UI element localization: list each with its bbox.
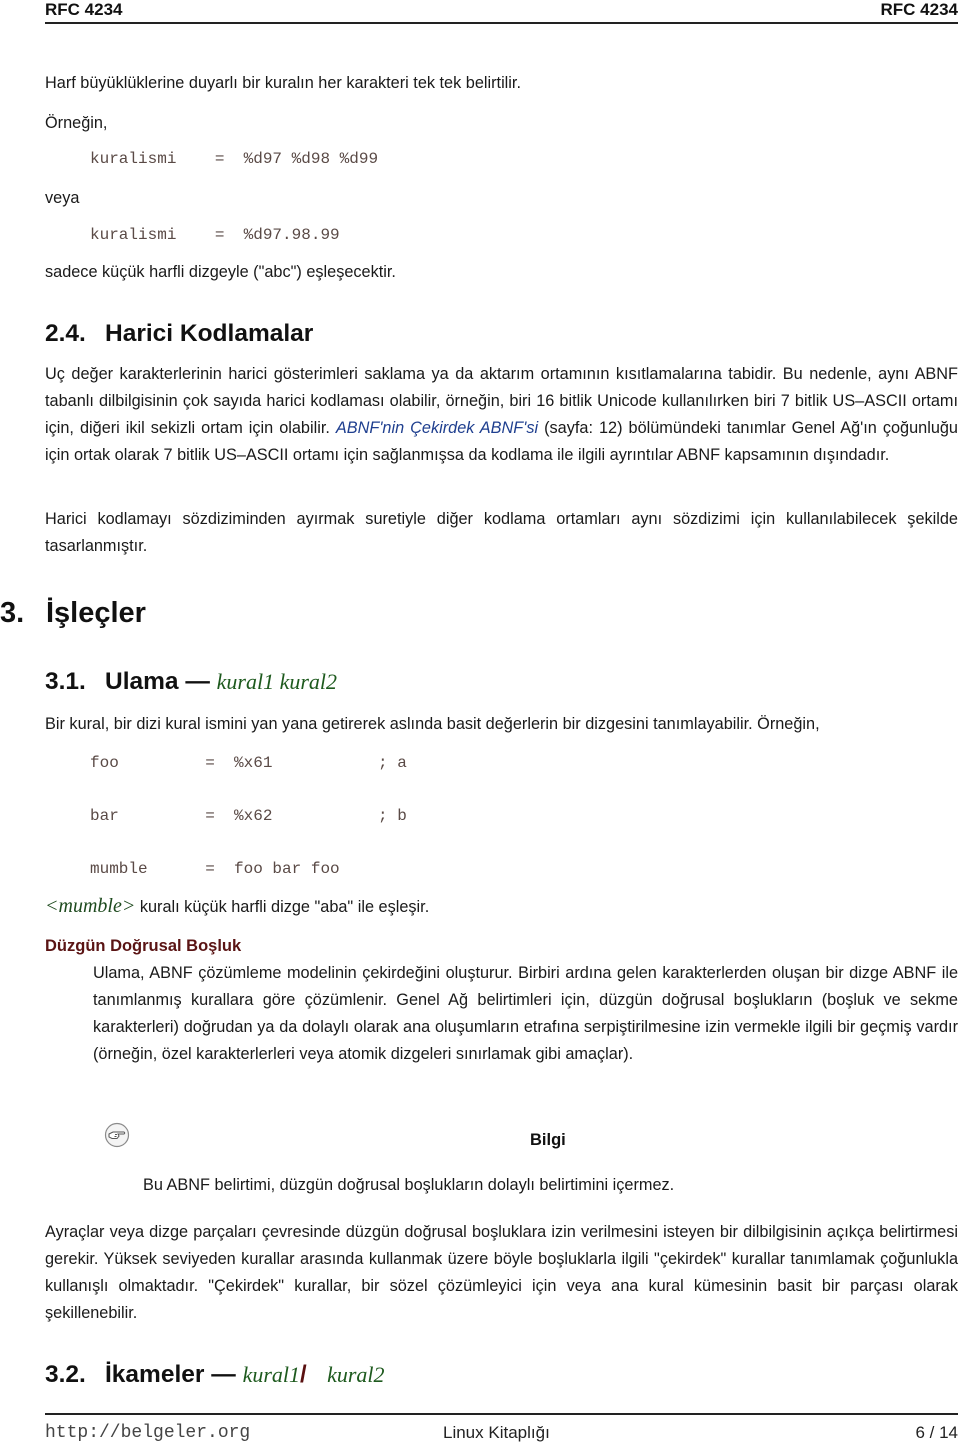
section-3-2-heading: 3.2. İkameler — kural1/ kural2 bbox=[45, 1361, 385, 1389]
section-2-4-paragraph-2: Harici kodlamayı sözdiziminden ayırmak s… bbox=[45, 510, 958, 555]
footer-page-number: 6 / 14 bbox=[915, 1423, 958, 1442]
code-line-bar: bar = %x62 ; b bbox=[90, 807, 407, 825]
section-number: 3. bbox=[0, 597, 25, 629]
code-example-1: kuralismi = %d97 %d98 %d99 bbox=[90, 150, 379, 168]
section-3-heading: 3. İşleçler bbox=[0, 597, 146, 630]
section-2-4-paragraph-1: Uç değer karakterlerinin harici gösterim… bbox=[45, 361, 958, 469]
section-title: Ulama — bbox=[105, 668, 210, 695]
section-3-1-paragraph: Bir kural, bir dizi kural ismini yan yan… bbox=[45, 715, 820, 733]
section-title: İkameler — bbox=[105, 1361, 236, 1388]
note-text: Bu ABNF belirtimi, düzgün doğrusal boşlu… bbox=[143, 1176, 675, 1194]
footer-divider bbox=[45, 1413, 958, 1415]
intro-or-label: veya bbox=[45, 189, 80, 207]
header-doc-id-right: RFC 4234 bbox=[880, 0, 958, 19]
section-number: 2.4. bbox=[45, 320, 86, 347]
rule-name-mumble: <mumble> bbox=[45, 895, 136, 917]
section-number: 3.1. bbox=[45, 668, 86, 695]
intro-example-label: Örneğin, bbox=[45, 114, 108, 132]
section-title: İşleçler bbox=[46, 597, 146, 629]
rule-right-operand: kural2 bbox=[327, 1362, 385, 1387]
rule-syntax: kural1 kural2 bbox=[216, 669, 338, 694]
closing-paragraph: Ayraçlar veya dizge parçaları çevresinde… bbox=[45, 1223, 958, 1322]
header-divider bbox=[45, 22, 958, 24]
section-3-1-heading: 3.1. Ulama — kural1 kural2 bbox=[45, 668, 337, 696]
intro-paragraph: Harf büyüklüklerine duyarlı bir kuralın … bbox=[45, 74, 521, 92]
code-example-2: kuralismi = %d97.98.99 bbox=[90, 226, 340, 244]
alternation-slash: / bbox=[300, 1361, 307, 1388]
section-2-4-heading: 2.4. Harici Kodlamalar bbox=[45, 320, 313, 348]
code-line-mumble: mumble = foo bar foo bbox=[90, 860, 340, 878]
mumble-explanation: <mumble> kuralı küçük harfli dizge "aba"… bbox=[45, 893, 958, 921]
section-number: 3.2. bbox=[45, 1361, 86, 1388]
note-title: Bilgi bbox=[530, 1131, 566, 1149]
code-line-foo: foo = %x61 ; a bbox=[90, 754, 407, 772]
definition-text: Ulama, ABNF çözümleme modelinin çekirdeğ… bbox=[93, 964, 958, 1063]
intro-result: sadece küçük harfli dizgeyle ("abc") eşl… bbox=[45, 263, 396, 281]
pointing-hand-icon bbox=[104, 1122, 130, 1148]
core-abnf-link[interactable]: ABNF'nin Çekirdek ABNF'si bbox=[336, 419, 538, 437]
footer-site-link[interactable]: http://belgeler.org bbox=[45, 1423, 250, 1443]
header-doc-id-left: RFC 4234 bbox=[45, 0, 123, 19]
definition-term: Düzgün Doğrusal Boşluk bbox=[45, 937, 242, 955]
section-title: Harici Kodlamalar bbox=[105, 320, 314, 347]
paragraph-text: kuralı küçük harfli dizge "aba" ile eşle… bbox=[135, 898, 430, 916]
rule-left-operand: kural1 bbox=[242, 1362, 301, 1387]
footer-publication: Linux Kitaplığı bbox=[443, 1423, 550, 1442]
